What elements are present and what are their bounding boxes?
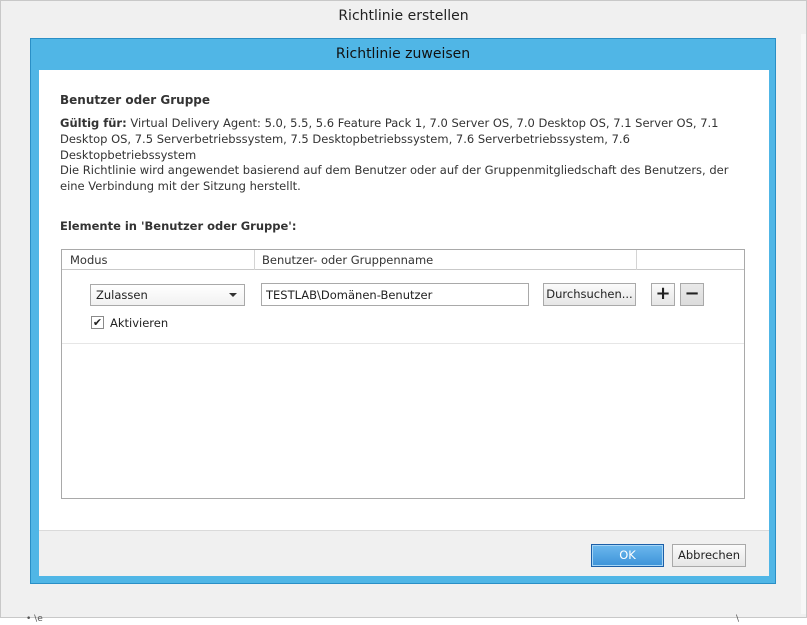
outer-scroll-strip [801, 34, 806, 614]
browse-button[interactable]: Durchsuchen... [543, 283, 636, 306]
enable-checkbox-label[interactable]: Aktivieren [110, 316, 168, 330]
table-row: Zulassen Durchsuchen... + − ✔ Aktivieren [62, 271, 744, 344]
background-text-fragment: • \e [26, 614, 43, 624]
elements-grid: Modus Benutzer- oder Gruppenname Zulasse… [61, 249, 745, 499]
column-header-name[interactable]: Benutzer- oder Gruppenname [254, 250, 636, 270]
outer-window-title: Richtlinie erstellen [1, 1, 806, 34]
add-row-button[interactable]: + [651, 283, 675, 306]
mode-dropdown-value: Zulassen [96, 288, 148, 302]
valid-for-text: Gültig für: Virtual Delivery Agent: 5.0,… [60, 115, 750, 163]
chevron-down-icon [229, 293, 237, 297]
assign-policy-dialog: Richtlinie zuweisen Benutzer oder Gruppe… [30, 38, 776, 584]
elements-label: Elemente in 'Benutzer oder Gruppe': [60, 219, 297, 233]
valid-for-label: Gültig für: [60, 116, 127, 130]
dialog-footer: OK Abbrechen [39, 530, 769, 576]
background-text-fragment: \ [736, 614, 740, 624]
valid-for-value: Virtual Delivery Agent: 5.0, 5.5, 5.6 Fe… [60, 116, 719, 162]
dialog-content: Benutzer oder Gruppe Gültig für: Virtual… [39, 70, 769, 530]
remove-row-button[interactable]: − [680, 283, 704, 306]
policy-description: Die Richtlinie wird angewendet basierend… [60, 163, 729, 193]
cancel-button[interactable]: Abbrechen [672, 544, 746, 567]
dialog-title: Richtlinie zuweisen [335, 46, 471, 62]
column-header-actions[interactable] [636, 250, 744, 270]
user-group-name-input[interactable] [261, 283, 529, 306]
checkmark-icon: ✔ [92, 316, 103, 329]
section-title: Benutzer oder Gruppe [60, 93, 211, 107]
mode-dropdown[interactable]: Zulassen [90, 284, 245, 306]
ok-button[interactable]: OK [591, 544, 664, 567]
grid-header: Modus Benutzer- oder Gruppenname [62, 250, 744, 270]
column-header-mode[interactable]: Modus [62, 250, 254, 270]
enable-checkbox[interactable]: ✔ [91, 316, 104, 329]
